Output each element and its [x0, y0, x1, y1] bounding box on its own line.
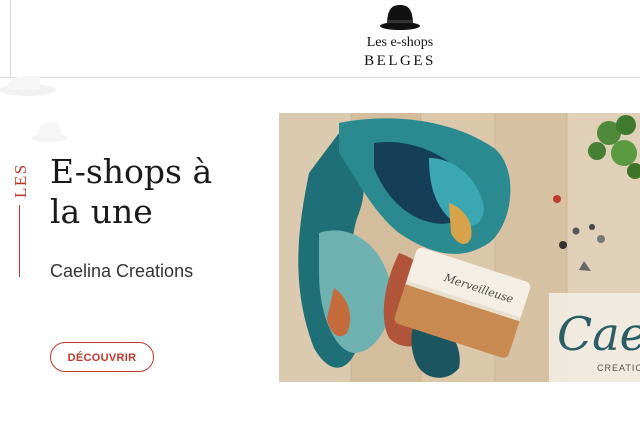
featured-title: E-shops à la une	[50, 152, 270, 232]
brand-script-text: Caeli	[557, 307, 640, 361]
featured-title-line2: la une	[50, 192, 153, 231]
logo-text-line1: Les e-shops	[366, 35, 434, 50]
side-label-text: LES	[11, 163, 30, 198]
logo-text-line2: BELGES	[364, 53, 436, 69]
header-divider	[10, 0, 11, 77]
site-header: Les e-shops BELGES	[0, 0, 640, 78]
discover-button[interactable]: DÉCOUVRIR	[50, 342, 154, 372]
featured-shop-image[interactable]: Merveilleuse Caeli CREATIO	[279, 113, 640, 382]
side-label-line	[19, 205, 20, 277]
section-side-label: LES	[3, 160, 33, 277]
bowler-hat-icon	[380, 5, 420, 30]
brand-caption-text: CREATIO	[597, 363, 640, 373]
featured-shop-name: Caelina Creations	[50, 261, 194, 281]
product-photo: Merveilleuse Caeli CREATIO	[279, 113, 640, 382]
decorative-hat-icon	[0, 76, 56, 96]
site-logo[interactable]: Les e-shops BELGES	[350, 0, 450, 76]
decorative-hat-icon-small	[32, 122, 68, 142]
featured-title-line1: E-shops à	[50, 152, 213, 191]
